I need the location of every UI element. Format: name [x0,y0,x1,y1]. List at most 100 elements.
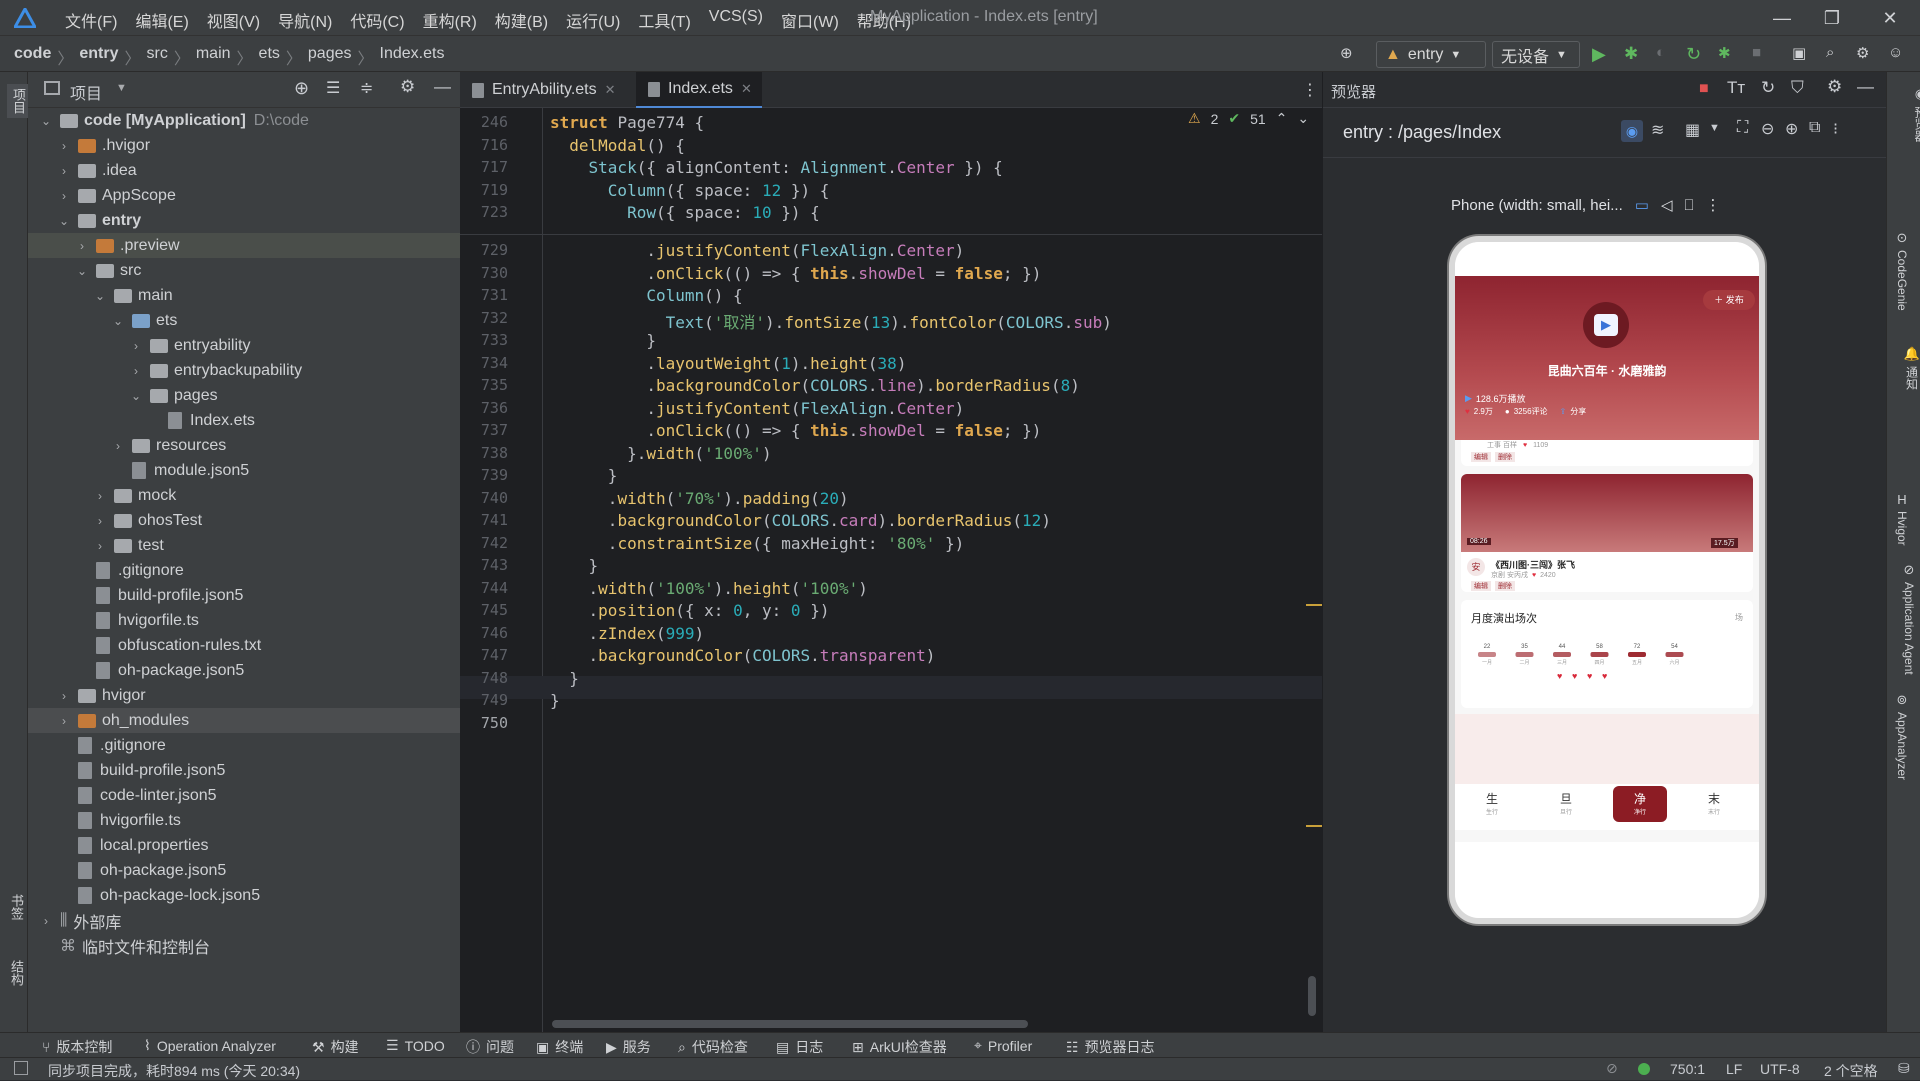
zoom-out-icon[interactable]: ⊖ [1761,119,1774,139]
target-icon[interactable]: ⊕ [1340,44,1353,66]
gear-icon[interactable]: ⚙ [1827,77,1842,97]
right-tool-button[interactable]: 🔔通知 [1895,346,1920,390]
project-tool-button[interactable]: 项目 [7,84,30,118]
chevron-down-icon[interactable]: ▼ [116,82,127,94]
chevron-down-icon[interactable]: ⌄ [112,314,124,328]
menu-item[interactable]: 文件(F) [56,8,126,32]
close-button[interactable]: ✕ [1878,6,1902,30]
breadcrumb-item[interactable]: src [147,45,168,69]
tab-item[interactable]: 生生行 [1465,786,1519,822]
video-card[interactable]: 08:26 17.5万 安 《西川图·三闯》张飞 京剧 安丙戌♥2420 编辑删… [1461,474,1753,592]
reload-icon[interactable]: ↻ [1686,44,1701,66]
delete-tag[interactable]: 删除 [1495,581,1515,591]
chevron-right-icon[interactable]: › [130,364,142,378]
project-panel-title[interactable]: 项目 [70,80,102,104]
breadcrumb-item[interactable]: entry [79,45,118,69]
tree-file[interactable]: Index.ets [28,408,460,433]
ratio-icon[interactable]: ⁝ [1833,119,1838,139]
publish-button[interactable]: ＋ 发布 [1703,290,1755,310]
menu-item[interactable]: 视图(V) [198,8,269,32]
breadcrumb-item[interactable]: ets [259,45,280,69]
tree-file[interactable]: build-profile.json5 [28,758,460,783]
maximize-button[interactable]: ❐ [1820,6,1844,30]
close-icon[interactable]: ✕ [741,81,752,97]
chevron-down-icon[interactable]: ⌄ [58,214,70,228]
menu-item[interactable]: 工具(T) [629,8,699,32]
breadcrumb-item[interactable]: main [196,45,231,69]
edit-tag[interactable]: 编辑 [1471,581,1491,591]
menu-item[interactable]: 运行(U) [557,8,629,32]
delete-tag[interactable]: 删除 [1495,452,1515,462]
tree-folder[interactable]: ›mock [28,483,460,508]
right-tool-button[interactable]: ▯设备文件浏览器 [1895,830,1920,934]
device-manager-icon[interactable]: ▣ [1792,44,1806,66]
tree-folder[interactable]: ›entrybackupability [28,358,460,383]
zoom-in-icon[interactable]: ⊕ [1785,119,1798,139]
tab-item[interactable]: 净净行 [1613,786,1667,822]
orientation-icon[interactable]: ▭ [1635,196,1649,214]
locate-icon[interactable]: ⊕ [294,78,309,99]
chevron-down-icon[interactable]: ⌄ [76,264,88,278]
bottom-tool-button[interactable]: ☷预览器日志 [1066,1037,1155,1057]
menu-item[interactable]: 重构(R) [414,8,486,32]
profile-icon[interactable]: ◐ [1656,44,1665,66]
tree-folder[interactable]: ›.preview [28,233,460,258]
right-tool-button[interactable]: ⊙CodeGenie [1895,230,1909,311]
breadcrumb-item[interactable]: pages [308,45,352,69]
tree-folder[interactable]: ›⫼外部库 [28,908,460,933]
cursor-position[interactable]: 750:1 [1670,1061,1705,1077]
chevron-right-icon[interactable]: › [58,164,70,178]
bottom-tool-button[interactable]: ⑂版本控制 [42,1037,112,1057]
tree-folder[interactable]: ›ohosTest [28,508,460,533]
memory-icon[interactable]: ⛁ [1898,1060,1910,1077]
tree-file[interactable]: oh-package.json5 [28,858,460,883]
chevron-down-icon[interactable]: ⌄ [1297,110,1309,127]
tab-item[interactable]: 旦旦行 [1539,786,1593,822]
tree-file[interactable]: oh-package.json5 [28,658,460,683]
bottom-tool-button[interactable]: ⊞ArkUI检查器 [852,1037,947,1057]
run-icon[interactable]: ▶ [1592,44,1606,66]
back-icon[interactable]: ◁ [1661,196,1673,214]
breadcrumb-item[interactable]: code [14,45,51,69]
chevron-right-icon[interactable]: › [94,539,106,553]
collapse-all-icon[interactable]: ≑ [360,78,373,98]
tree-file[interactable]: .gitignore [28,733,460,758]
bottom-tool-button[interactable]: ▶服务 [606,1037,651,1057]
chevron-down-icon[interactable]: ⌄ [130,389,142,403]
gear-icon[interactable]: ⚙ [400,77,415,97]
inspector-icon[interactable]: ⛉ [1791,78,1804,98]
edit-tag[interactable]: 编辑 [1471,452,1491,462]
phone-preview[interactable]: ＋ 发布 ▶ 昆曲六百年 · 水磨雅韵 ▶128.6万播放 ♥2.9万 ●325… [1449,236,1765,924]
bottom-tool-button[interactable]: ☰TODO [386,1037,445,1054]
bottom-tool-button[interactable]: ⚒构建 [312,1037,359,1057]
hide-panel-icon[interactable]: — [434,77,451,97]
inspection-widget[interactable]: ⚠2 ✔51 ⌃⌄ [1188,110,1309,127]
grid-icon[interactable]: ▦ [1685,120,1700,140]
rotate-icon[interactable]: ⎕ [1684,197,1693,214]
chevron-down-icon[interactable]: ⌄ [94,289,106,303]
menu-item[interactable]: VCS(S) [700,8,772,32]
right-tool-button[interactable]: ⊘Application Agent [1895,562,1920,675]
chevron-right-icon[interactable]: › [58,189,70,203]
chevron-right-icon[interactable]: › [40,914,52,928]
vertical-scrollbar[interactable] [1308,976,1316,1016]
tree-folder[interactable]: ›.idea [28,158,460,183]
right-tool-button[interactable]: ◉预览器 [1895,86,1920,142]
stop-icon[interactable]: ■ [1752,44,1761,66]
bottom-tool-button[interactable]: ⓘ问题 [466,1037,514,1057]
tree-file[interactable]: build-profile.json5 [28,583,460,608]
code-area[interactable]: ⚠2 ✔51 ⌃⌄ 246struct Page774 {716 delModa… [460,108,1322,1032]
tree-folder[interactable]: ›hvigor [28,683,460,708]
bookmarks-tool-button[interactable]: 书签 [7,894,26,920]
menu-item[interactable]: 编辑(E) [126,8,197,32]
right-tool-button[interactable]: HHvigor [1895,492,1909,546]
screenshot-icon[interactable]: ⧉ [1809,119,1820,137]
eye-icon[interactable]: ◉ [1621,120,1643,142]
close-icon[interactable]: ✕ [605,82,616,98]
bottom-tool-button[interactable]: ⌕代码检查 [678,1037,748,1057]
indent-setting[interactable]: 2 个空格 [1824,1061,1878,1081]
hide-panel-icon[interactable]: — [1857,77,1874,97]
tree-folder[interactable]: ›test [28,533,460,558]
tree-file[interactable]: hvigorfile.ts [28,808,460,833]
tree-folder[interactable]: ›.hvigor [28,133,460,158]
